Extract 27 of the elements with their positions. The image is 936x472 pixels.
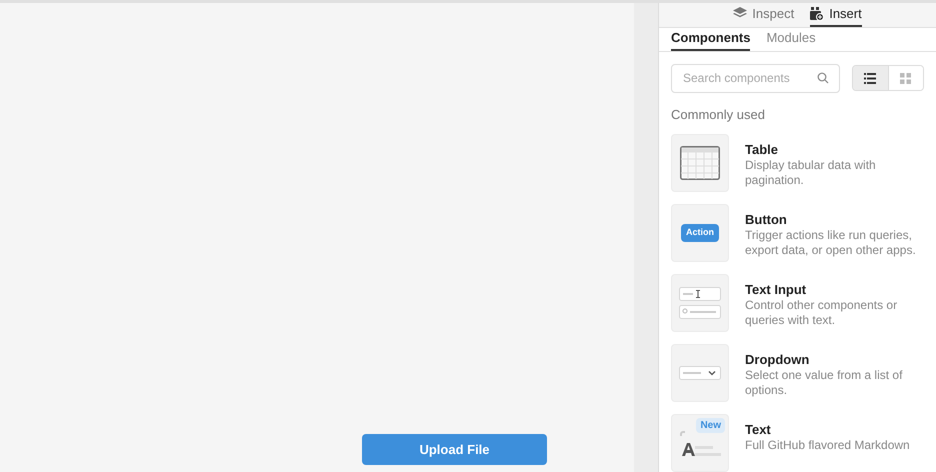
panel-tab[interactable]: Inspect [733,3,794,27]
component-name[interactable]: Text [745,422,925,438]
section-title: Commonly used [670,106,766,124]
search-icon [817,72,829,84]
insert-icon [810,6,824,21]
search-field[interactable]: Search components [671,64,840,92]
panel-tab[interactable]: Insert [810,3,862,27]
component-name[interactable]: Text Input [745,282,925,298]
sub-tab[interactable]: Components [671,28,750,50]
table-icon [680,146,720,180]
grid-icon [900,72,912,84]
dropdown-drawing [679,366,721,380]
component-name[interactable]: Dropdown [745,352,925,368]
list-icon [864,72,876,84]
component-name[interactable]: Table [745,142,925,158]
component-description: Full GitHub flavored Markdown [745,438,911,453]
component-description: Control other components or queries with text. [745,298,898,328]
component-description: Trigger actions like run queries, export data, or open other apps. [745,228,917,258]
action-button-preview: Action [681,224,719,242]
list-view-button[interactable] [853,66,888,90]
text-input-drawing [679,287,721,319]
component-description: Select one value from a list of options. [745,368,904,398]
component-description: Display tabular data with pagination. [745,158,877,188]
text-drawing [679,428,721,458]
new-badge: New [696,418,725,433]
component-name[interactable]: Button [745,212,925,228]
sub-tab[interactable]: Modules [766,28,816,50]
